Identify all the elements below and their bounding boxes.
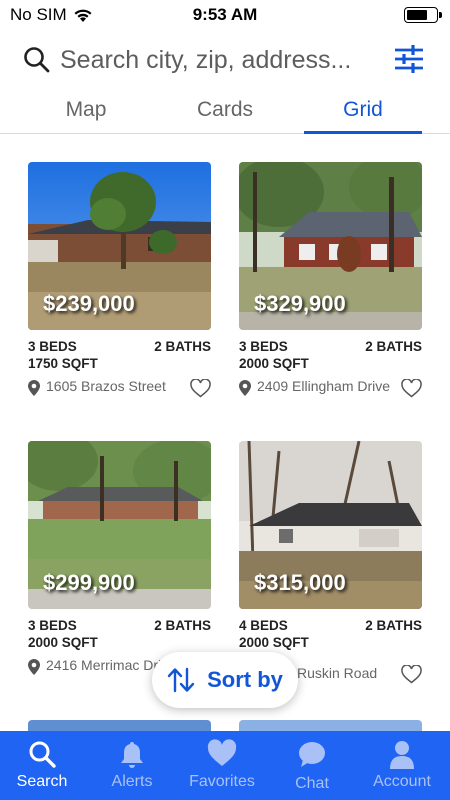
heart-icon[interactable] (190, 379, 211, 398)
person-icon (390, 741, 414, 769)
tab-bar-label: Account (373, 773, 431, 790)
listing-card[interactable]: $329,900 3 BEDS 2 BATHS 2000 SQFT 2409 E… (239, 162, 422, 416)
tab-grid[interactable]: Grid (304, 90, 422, 133)
tab-bar-label: Chat (295, 775, 329, 792)
listing-address: 2409 Ellingham Drive (257, 378, 391, 394)
heart-icon[interactable] (401, 379, 422, 398)
status-bar: No SIM 9:53 AM (0, 0, 450, 30)
filter-sliders-icon[interactable] (393, 42, 425, 76)
listing-photo[interactable]: $315,000 (239, 441, 422, 609)
listing-card[interactable]: $239,000 3 BEDS 2 BATHS 1750 SQFT 1605 B… (28, 162, 211, 416)
listing-price: $299,900 (43, 570, 135, 595)
beds-count: 3 BEDS (239, 339, 288, 354)
tab-bar-chat[interactable]: Chat (267, 731, 357, 800)
tab-bar-label: Search (16, 773, 68, 790)
listing-specs: 3 BEDS 2 BATHS 2000 SQFT (239, 338, 422, 374)
beds-count: 4 BEDS (239, 618, 288, 633)
listing-photo[interactable]: $329,900 (239, 162, 422, 330)
search-icon (29, 741, 56, 768)
location-pin-icon (28, 659, 40, 675)
view-tabs: Map Cards Grid (0, 90, 450, 134)
tab-cards[interactable]: Cards (165, 90, 285, 133)
search-icon (24, 47, 50, 73)
listing-photo-partial[interactable] (239, 720, 422, 731)
listing-specs: 3 BEDS 2 BATHS 1750 SQFT (28, 338, 211, 374)
listing-photo-partial[interactable] (28, 720, 211, 731)
address-row: 1605 Brazos Street (28, 378, 211, 416)
sort-by-button[interactable]: Sort by (152, 652, 298, 708)
listing-photo[interactable]: $239,000 (28, 162, 211, 330)
baths-count: 2 BATHS (154, 618, 211, 633)
tab-bar-account[interactable]: Account (357, 731, 447, 800)
square-footage: 2000 SQFT (28, 635, 98, 650)
square-footage: 1750 SQFT (28, 356, 98, 371)
listing-price: $239,000 (43, 291, 135, 316)
listings-grid: $239,000 3 BEDS 2 BATHS 1750 SQFT 1605 B… (0, 134, 450, 731)
chat-bubble-icon (299, 742, 325, 767)
tab-bar-alerts[interactable]: Alerts (87, 731, 177, 800)
listing-price: $315,000 (254, 570, 346, 595)
tab-bar-label: Favorites (189, 773, 255, 790)
beds-count: 3 BEDS (28, 618, 77, 633)
listing-specs: 3 BEDS 2 BATHS 2000 SQFT (28, 617, 211, 653)
listing-address: 1605 Brazos Street (46, 378, 166, 394)
baths-count: 2 BATHS (365, 618, 422, 633)
bell-icon (121, 742, 143, 768)
bottom-tab-bar: Search Alerts Favorites Chat Account (0, 731, 450, 800)
status-time: 9:53 AM (192, 5, 258, 24)
sort-label: Sort by (207, 667, 283, 692)
listing-photo[interactable]: $299,900 (28, 441, 211, 609)
search-bar (22, 38, 427, 82)
baths-count: 2 BATHS (365, 339, 422, 354)
heart-icon[interactable] (401, 665, 422, 684)
tab-map[interactable]: Map (26, 90, 146, 133)
location-pin-icon (239, 380, 251, 396)
listing-specs: 4 BEDS 2 BATHS 2000 SQFT (239, 617, 422, 653)
listing-address: Ruskin Road (297, 665, 378, 681)
beds-count: 3 BEDS (28, 339, 77, 354)
location-pin-icon (28, 380, 40, 396)
battery-icon (404, 7, 442, 23)
baths-count: 2 BATHS (154, 339, 211, 354)
heart-icon (207, 739, 237, 766)
address-row: 2409 Ellingham Drive (239, 378, 422, 416)
tab-bar-favorites[interactable]: Favorites (177, 731, 267, 800)
square-footage: 2000 SQFT (239, 356, 309, 371)
sort-arrows-icon (167, 667, 195, 693)
tab-bar-label: Alerts (111, 773, 153, 790)
listing-price: $329,900 (254, 291, 346, 316)
search-input[interactable] (60, 45, 380, 75)
tab-bar-search[interactable]: Search (0, 731, 87, 800)
square-footage: 2000 SQFT (239, 635, 309, 650)
